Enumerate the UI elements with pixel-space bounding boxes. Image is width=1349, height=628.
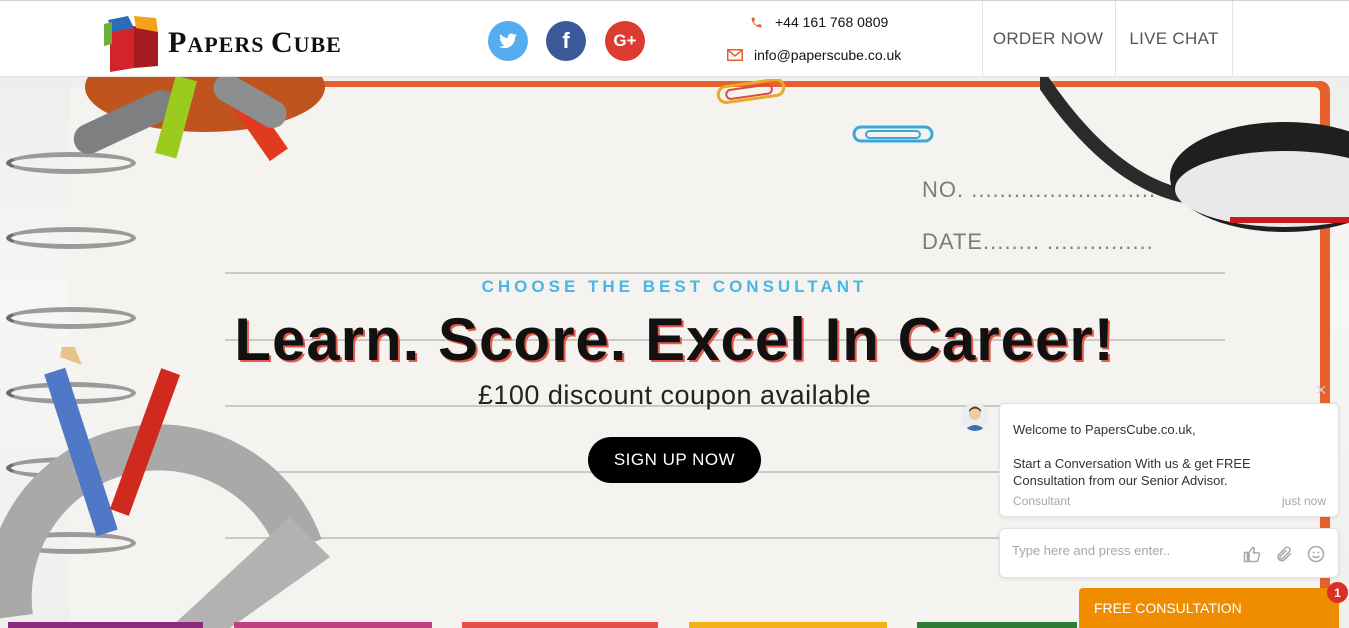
feature-tab-strip[interactable] [917,622,1077,628]
chat-timestamp: just now [1281,494,1326,508]
headphones-icon [1034,77,1349,282]
feature-tab-strip[interactable] [8,622,203,628]
chat-message-bubble: Welcome to PapersCube.co.uk, Start a Con… [999,403,1339,517]
free-consultation-button[interactable]: FREE CONSULTATION [1079,588,1339,628]
chat-welcome-text: Welcome to PapersCube.co.uk, [1013,422,1196,437]
twitter-icon[interactable] [488,21,528,61]
paperclip-attach-icon[interactable] [1274,544,1294,564]
phone-contact[interactable]: +44 161 768 0809 [747,14,888,30]
hero-headline: Learn. Score. Excel In Career! [234,306,1115,373]
smiley-emoji-icon[interactable] [1306,544,1326,564]
live-chat-button[interactable]: LIVE CHAT [1115,1,1233,77]
chat-input-box [999,528,1339,578]
consultant-avatar [961,403,989,431]
cube-logo-icon [104,14,162,72]
chat-message-input[interactable] [1012,543,1232,558]
hero-tagline: CHOOSE THE BEST CONSULTANT [481,277,868,296]
phone-icon [747,16,765,29]
facebook-glyph: f [562,28,570,53]
feature-tab-strip[interactable] [462,622,658,628]
spiral-ring-icon [6,227,136,249]
pencil-cup-icon [70,77,330,172]
unread-count-badge: 1 [1327,582,1348,603]
paper-clip-icon [716,78,788,110]
thumbs-up-icon[interactable] [1242,544,1262,564]
site-header: PAPERS CUBE f G+ +44 161 768 0809 info@p… [0,0,1349,77]
paper-clip-icon [852,124,936,151]
facebook-icon[interactable]: f [546,21,586,61]
chat-sender-name: Consultant [1013,494,1071,508]
phone-number[interactable]: +44 161 768 0809 [775,14,888,30]
envelope-icon [726,49,744,61]
logo-text: PAPERS CUBE [168,26,342,59]
chat-message-text: Start a Conversation With us & get FREE … [1013,456,1251,488]
order-now-button[interactable]: ORDER NOW [982,1,1113,77]
google-plus-glyph: G+ [613,31,637,50]
google-plus-icon[interactable]: G+ [605,21,645,61]
email-address[interactable]: info@paperscube.co.uk [754,47,901,63]
site-logo[interactable]: PAPERS CUBE [104,13,374,73]
feature-tab-strip[interactable] [234,622,432,628]
feature-tab-strip[interactable] [689,622,887,628]
email-contact[interactable]: info@paperscube.co.uk [726,47,901,63]
sign-up-button[interactable]: SIGN UP NOW [588,437,761,483]
chat-close-icon[interactable]: × [1316,380,1327,401]
